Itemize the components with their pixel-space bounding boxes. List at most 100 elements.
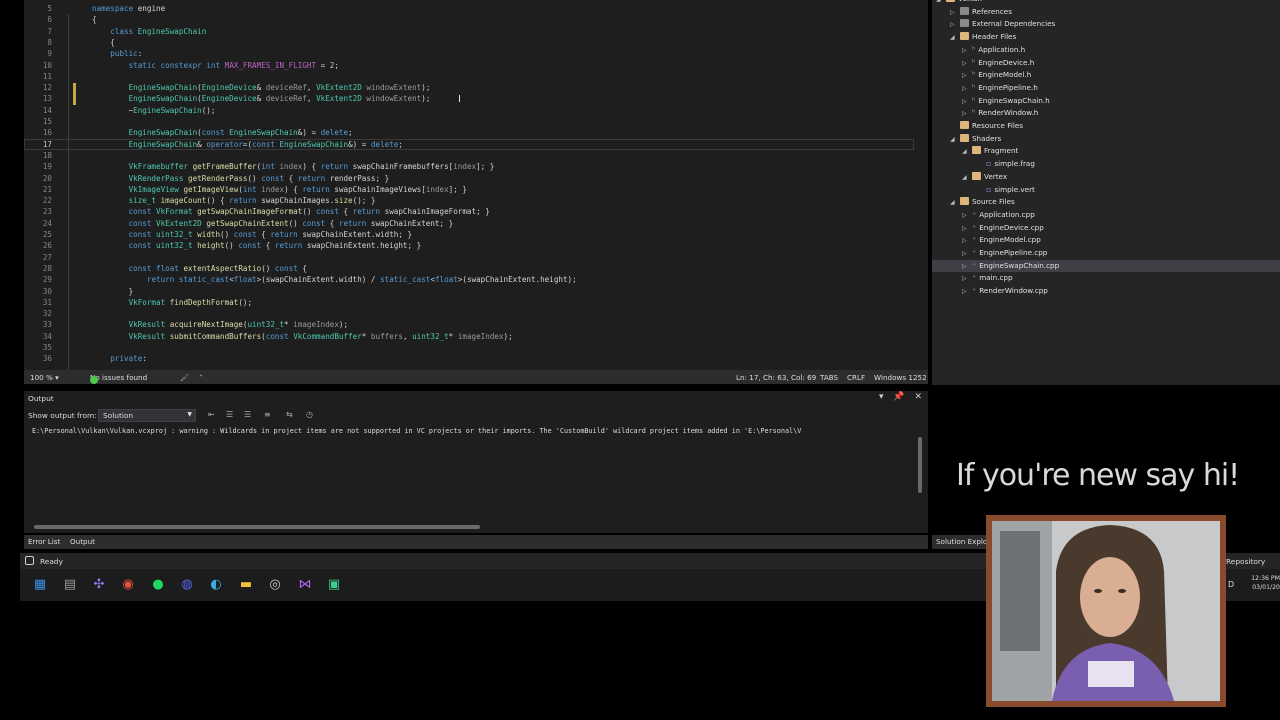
code-line[interactable]: 16 EngineSwapChain(const EngineSwapChain… [24,127,914,138]
code-line[interactable]: 21 VkImageView getImageView(int index) {… [24,184,914,195]
code-text[interactable]: VkFormat findDepthFormat(); [92,297,252,308]
tree-item[interactable]: ▫ simple.vert [976,184,1035,196]
edge-icon[interactable]: ◐ [208,577,224,593]
tree-item[interactable]: ▷ ʰ EngineDevice.h [962,57,1034,69]
tree-item[interactable]: ◢ Fragment [962,145,1018,157]
align-center-icon[interactable]: ☰ [244,410,251,419]
system-clock[interactable]: 12:36 PM 03/01/20 [1244,574,1280,592]
tree-item[interactable]: ▷ ⁺ RenderWindow.cpp [962,285,1048,297]
output-vertical-scrollbar[interactable] [918,437,922,493]
collapse-arrow-icon[interactable]: ▷ [962,70,972,82]
file-icon[interactable]: ▤ [62,577,78,593]
code-line[interactable]: 22 size_t imageCount() { return swapChai… [24,195,914,206]
tree-item[interactable]: ▷ ⁺ EnginePipeline.cpp [962,247,1047,259]
code-line[interactable]: 26 const uint32_t height() const { retur… [24,240,914,251]
code-line[interactable]: 7 class EngineSwapChain [24,26,914,37]
chrome-icon[interactable]: ◉ [120,577,136,593]
code-line[interactable]: 36 private: [24,353,914,364]
tree-item[interactable]: ▷ ⁺ EngineSwapChain.cpp [932,259,1280,273]
code-text[interactable]: EngineSwapChain(const EngineSwapChain&) … [92,127,353,138]
tab-output[interactable]: Output [70,537,95,546]
code-line[interactable]: 15 [24,116,914,127]
code-line[interactable]: 8 { [24,37,914,48]
tree-item[interactable]: ▷ References [950,6,1012,18]
code-line[interactable]: 28 const float extentAspectRatio() const… [24,263,914,274]
code-text[interactable]: public: [92,48,142,59]
terminal-app-icon[interactable]: ▣ [326,577,342,593]
add-to-repository[interactable]: Repository [1226,557,1265,566]
close-icon[interactable]: ✕ [914,392,922,402]
collapse-arrow-icon[interactable]: ▷ [962,235,972,247]
code-text[interactable]: const uint32_t width() const { return sw… [92,229,412,240]
tree-item[interactable]: ▷ ʰ Application.h [962,44,1025,56]
expand-arrow-icon[interactable]: ◢ [962,146,972,158]
code-line[interactable]: 14 ~EngineSwapChain(); [24,105,914,116]
align-left-icon[interactable]: ☰ [226,410,233,419]
collapse-arrow-icon[interactable]: ▷ [962,261,972,273]
code-line[interactable]: 35 [24,342,914,353]
code-line[interactable]: 29 return static_cast<float>(swapChainEx… [24,274,914,285]
tree-item[interactable]: ◢ Source Files [950,196,1015,208]
spotify-icon[interactable]: ● [150,577,166,593]
code-text[interactable]: class EngineSwapChain [92,26,206,37]
tab-solution-explorer[interactable]: Solution Explorer [932,535,992,549]
code-line[interactable]: 19 VkFramebuffer getFrameBuffer(int inde… [24,161,914,172]
code-text[interactable]: VkResult acquireNextImage(uint32_t* imag… [92,319,349,330]
code-text[interactable]: namespace engine [92,3,165,14]
file-encoding[interactable]: Windows 1252 [874,373,927,382]
file-explorer-icon[interactable]: ▬ [238,577,254,593]
collapse-arrow-icon[interactable]: ▷ [950,19,960,31]
code-line[interactable]: 18 [24,150,914,161]
collapse-arrow-icon[interactable]: ▷ [962,248,972,260]
code-line[interactable]: 32 [24,308,914,319]
tree-item[interactable]: ▷ External Dependencies [950,18,1055,30]
code-line[interactable]: 27 [24,252,914,263]
windows-start-icon[interactable]: ▦ [32,577,48,593]
collapse-arrow-icon[interactable]: ▷ [962,108,972,120]
code-text[interactable]: private: [92,353,147,364]
code-line[interactable]: 23 const VkFormat getSwapChainImageForma… [24,206,914,217]
code-text[interactable]: size_t imageCount() { return swapChainIm… [92,195,376,206]
word-wrap-icon[interactable]: ⇆ [286,410,293,419]
collapse-arrow-icon[interactable]: ▷ [962,58,972,70]
code-text[interactable]: } [92,286,134,297]
code-text[interactable]: VkResult submitCommandBuffers(const VkCo… [92,331,513,342]
brush-icon[interactable]: 🖌 [180,373,189,382]
tree-item[interactable]: ▷ ʰ EngineModel.h [962,69,1031,81]
code-line[interactable]: 10 static constexpr int MAX_FRAMES_IN_FL… [24,60,914,71]
tree-item[interactable]: ▷ ʰ EnginePipeline.h [962,82,1038,94]
code-text[interactable]: ~EngineSwapChain(); [92,105,216,116]
output-source-select[interactable]: Solution ▼ [98,409,196,422]
tree-item[interactable]: ▷ ʰ EngineSwapChain.h [962,95,1050,107]
tree-item[interactable]: ▷ ⁺ EngineDevice.cpp [962,222,1044,234]
code-text[interactable]: const VkFormat getSwapChainImageFormat()… [92,206,490,217]
code-text[interactable]: const uint32_t height() const { return s… [92,240,422,251]
code-text[interactable]: { [92,14,97,25]
code-line[interactable]: 5 namespace engine [24,3,914,14]
chevron-up-icon[interactable]: ⌃ [198,373,204,382]
code-text[interactable]: { [92,37,115,48]
code-text[interactable]: VkFramebuffer getFrameBuffer(int index) … [92,161,495,172]
tree-item[interactable]: Resource Files [950,120,1023,132]
chevron-down-icon[interactable]: ▾ [879,392,884,402]
code-text[interactable]: return static_cast<float>(swapChainExten… [92,274,577,285]
code-text[interactable]: static constexpr int MAX_FRAMES_IN_FLIGH… [92,60,339,71]
tree-item[interactable]: ◢ Header Files [950,31,1016,43]
code-text[interactable]: EngineSwapChain(EngineDevice& deviceRef,… [92,82,431,93]
expand-arrow-icon[interactable]: ◢ [936,0,946,6]
tree-item[interactable]: ◢ Vulkan [936,0,982,5]
code-line[interactable]: 33 VkResult acquireNextImage(uint32_t* i… [24,319,914,330]
tree-item[interactable]: ▷ ⁺ EngineModel.cpp [962,234,1041,246]
expand-arrow-icon[interactable]: ◢ [962,172,972,184]
code-text[interactable]: EngineSwapChain& operator=(const EngineS… [92,139,403,150]
cursor-position[interactable]: Ln: 17, Ch: 63, Col: 69 [736,373,816,382]
collapse-arrow-icon[interactable]: ▷ [962,210,972,222]
collapse-arrow-icon[interactable]: ▷ [962,96,972,108]
code-text[interactable]: EngineSwapChain(EngineDevice& deviceRef,… [92,93,431,104]
code-line[interactable]: 24 const VkExtent2D getSwapChainExtent()… [24,218,914,229]
clock-icon[interactable]: ◷ [306,410,313,419]
clear-all-icon[interactable]: ≡ [264,410,271,419]
obs-icon[interactable]: ◎ [267,577,283,593]
code-line[interactable]: 20 VkRenderPass getRenderPass() const { … [24,173,914,184]
tree-item[interactable]: ▫ simple.frag [976,158,1035,170]
